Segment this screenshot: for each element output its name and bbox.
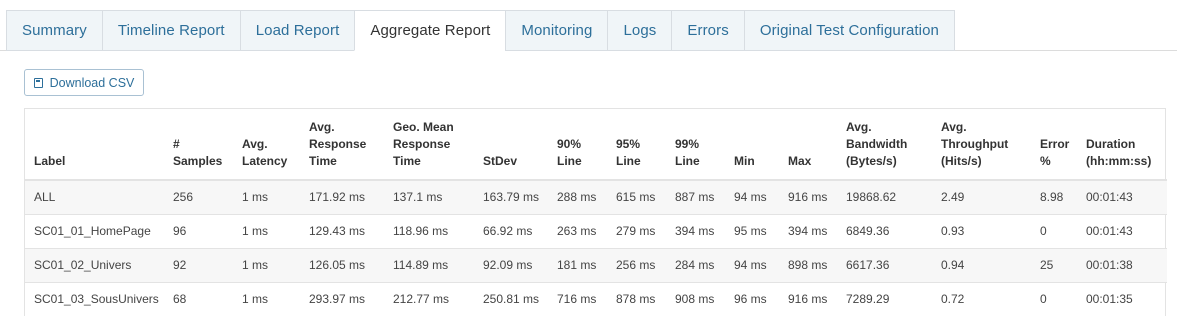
column-header: 90% Line	[548, 109, 607, 181]
tab-summary[interactable]: Summary	[6, 10, 102, 51]
table-cell: 96	[164, 214, 233, 249]
table-cell: SC01_02_Univers	[25, 248, 164, 283]
table-cell: 916 ms	[779, 180, 837, 215]
table-cell: 916 ms	[779, 282, 837, 316]
table-cell: 129.43 ms	[300, 214, 384, 249]
table-cell: SC01_01_HomePage	[25, 214, 164, 249]
table-cell: 114.89 ms	[384, 248, 474, 283]
table-cell: 96 ms	[725, 282, 779, 316]
table-cell: 212.77 ms	[384, 282, 474, 316]
column-header: # Samples	[164, 109, 233, 181]
table-row: SC01_03_SousUnivers 68 1 ms 293.97 ms 212.77…	[25, 282, 1167, 316]
save-icon	[33, 77, 43, 88]
table-cell: 163.79 ms	[474, 180, 548, 215]
table-cell: 1 ms	[233, 248, 300, 283]
table-cell: 0	[1031, 282, 1077, 316]
table-row: ALL 256 1 ms 171.92 ms 137.1 ms 163.79 ms 288 …	[25, 180, 1167, 215]
tab-load-report[interactable]: Load Report	[239, 10, 355, 51]
download-csv-button[interactable]: Download CSV	[24, 69, 144, 96]
table-cell: 25	[1031, 248, 1077, 283]
table-cell: 394 ms	[666, 214, 725, 249]
table-cell: 7289.29	[837, 282, 932, 316]
table-cell: 0.72	[932, 282, 1031, 316]
column-header: Error %	[1031, 109, 1077, 181]
column-header: Duration (hh:mm:ss)	[1077, 109, 1167, 181]
table-cell: 00:01:43	[1077, 214, 1167, 249]
table-cell: 256 ms	[607, 248, 666, 283]
table-cell: 95 ms	[725, 214, 779, 249]
column-header: Max	[779, 109, 837, 181]
aggregate-table: Label # Samples Avg. Latency Avg. Response …	[25, 109, 1167, 316]
table-cell: 92.09 ms	[474, 248, 548, 283]
table-cell: 288 ms	[548, 180, 607, 215]
column-header: Geo. Mean Response Time	[384, 109, 474, 181]
column-header: Avg. Latency	[233, 109, 300, 181]
tab-original-test-configuration[interactable]: Original Test Configuration	[743, 10, 955, 51]
table-cell: 284 ms	[666, 248, 725, 283]
tab-timeline-report[interactable]: Timeline Report	[101, 10, 240, 51]
table-cell: 908 ms	[666, 282, 725, 316]
table-cell: 898 ms	[779, 248, 837, 283]
table-cell: 66.92 ms	[474, 214, 548, 249]
aggregate-report-panel: Download CSV Label # Samples Avg. Latency A…	[6, 51, 1177, 316]
download-csv-label: Download CSV	[49, 75, 135, 90]
table-cell: 68	[164, 282, 233, 316]
table-cell: 1 ms	[233, 180, 300, 215]
column-header: 95% Line	[607, 109, 666, 181]
column-header: Avg. Throughput (Hits/s)	[932, 109, 1031, 181]
table-cell: 171.92 ms	[300, 180, 384, 215]
table-cell: 263 ms	[548, 214, 607, 249]
table-cell: 6849.36	[837, 214, 932, 249]
table-cell: 00:01:38	[1077, 248, 1167, 283]
report-tabs: Summary Timeline Report Load Report Aggr…	[6, 10, 955, 51]
table-cell: 137.1 ms	[384, 180, 474, 215]
table-cell: 118.96 ms	[384, 214, 474, 249]
table-cell: ALL	[25, 180, 164, 215]
table-cell: 716 ms	[548, 282, 607, 316]
table-cell: 887 ms	[666, 180, 725, 215]
table-cell: 279 ms	[607, 214, 666, 249]
aggregate-table-container: Label # Samples Avg. Latency Avg. Response …	[24, 108, 1167, 316]
table-cell: 1 ms	[233, 214, 300, 249]
table-row: SC01_01_HomePage 96 1 ms 129.43 ms 118.96 ms…	[25, 214, 1167, 249]
table-cell: 181 ms	[548, 248, 607, 283]
table-cell: 94 ms	[725, 180, 779, 215]
table-cell: 0.93	[932, 214, 1031, 249]
table-cell: 00:01:43	[1077, 180, 1167, 215]
column-header: 99% Line	[666, 109, 725, 181]
table-cell: 19868.62	[837, 180, 932, 215]
column-header: Label	[25, 109, 164, 181]
table-cell: 878 ms	[607, 282, 666, 316]
table-cell: 92	[164, 248, 233, 283]
table-cell: 293.97 ms	[300, 282, 384, 316]
table-cell: 0.94	[932, 248, 1031, 283]
table-cell: 394 ms	[779, 214, 837, 249]
table-cell: 8.98	[1031, 180, 1077, 215]
table-cell: 250.81 ms	[474, 282, 548, 316]
column-header: Min	[725, 109, 779, 181]
table-cell: 1 ms	[233, 282, 300, 316]
table-cell: SC01_03_SousUnivers	[25, 282, 164, 316]
table-cell: 0	[1031, 214, 1077, 249]
table-cell: 00:01:35	[1077, 282, 1167, 316]
table-cell: 2.49	[932, 180, 1031, 215]
column-header: StDev	[474, 109, 548, 181]
tab-monitoring[interactable]: Monitoring	[505, 10, 608, 51]
table-cell: 615 ms	[607, 180, 666, 215]
tab-aggregate-report[interactable]: Aggregate Report	[354, 10, 506, 51]
table-row: SC01_02_Univers 92 1 ms 126.05 ms 114.89 ms 9…	[25, 248, 1167, 283]
column-header: Avg. Bandwidth (Bytes/s)	[837, 109, 932, 181]
column-header: Avg. Response Time	[300, 109, 384, 181]
table-cell: 6617.36	[837, 248, 932, 283]
table-header-row: Label # Samples Avg. Latency Avg. Response …	[25, 109, 1167, 181]
table-cell: 256	[164, 180, 233, 215]
table-cell: 126.05 ms	[300, 248, 384, 283]
table-cell: 94 ms	[725, 248, 779, 283]
tab-errors[interactable]: Errors	[671, 10, 744, 51]
tab-logs[interactable]: Logs	[607, 10, 672, 51]
